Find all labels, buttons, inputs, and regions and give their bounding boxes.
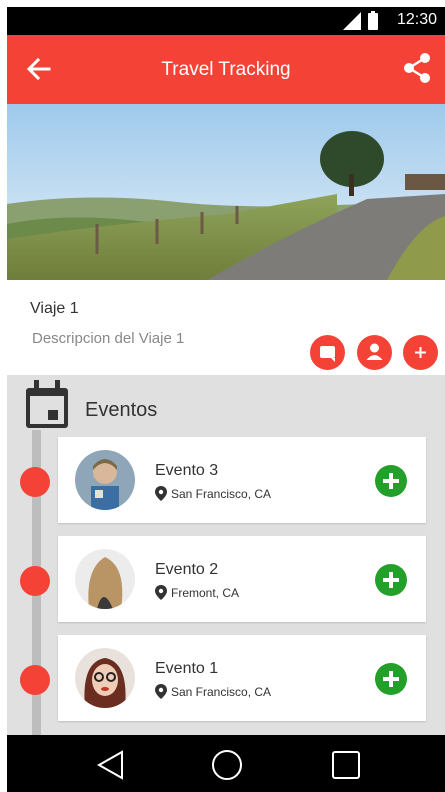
add-event-button[interactable] — [375, 564, 407, 596]
share-icon[interactable] — [403, 53, 431, 83]
timeline-dot — [20, 566, 50, 596]
event-title: Evento 1 — [155, 660, 219, 677]
events-section: Eventos Evento 3 San Francisco, CA Event… — [7, 375, 445, 735]
status-bar: 12:30 — [7, 7, 445, 35]
page-title: Travel Tracking — [161, 59, 291, 80]
comment-button[interactable] — [310, 335, 345, 370]
plus-icon — [383, 473, 399, 489]
timeline-dot — [20, 665, 50, 695]
signal-icon — [343, 12, 361, 30]
avatar — [75, 549, 135, 609]
plus-icon — [383, 572, 399, 588]
home-circle-icon[interactable] — [211, 749, 243, 781]
event-location: Fremont, CA — [155, 585, 239, 600]
add-event-button[interactable] — [375, 663, 407, 695]
system-nav-bar — [7, 735, 445, 792]
trip-name: Viaje 1 — [30, 300, 79, 317]
event-card[interactable]: Evento 2 Fremont, CA — [58, 536, 426, 622]
add-button[interactable] — [403, 335, 438, 370]
trip-cover-image — [7, 104, 445, 280]
trip-description: Descripcion del Viaje 1 — [32, 330, 185, 347]
event-card[interactable]: Evento 3 San Francisco, CA — [58, 437, 426, 523]
event-location-text: San Francisco, CA — [171, 684, 272, 699]
location-pin-icon — [155, 486, 167, 501]
event-title: Evento 2 — [155, 561, 219, 578]
battery-icon — [368, 11, 378, 30]
event-title: Evento 3 — [155, 462, 219, 479]
event-location: San Francisco, CA — [155, 684, 271, 699]
events-heading: Eventos — [85, 399, 158, 421]
trip-info: Viaje 1 Descripcion del Viaje 1 — [7, 280, 445, 375]
avatar — [75, 648, 135, 708]
event-location-text: Fremont, CA — [171, 585, 240, 600]
location-pin-icon — [155, 684, 167, 699]
app-bar: Travel Tracking — [7, 35, 445, 104]
timeline-dot — [20, 467, 50, 497]
status-time: 12:30 — [396, 11, 437, 28]
comment-icon — [320, 346, 335, 362]
person-button[interactable] — [357, 335, 392, 370]
recents-square-icon[interactable] — [330, 749, 362, 781]
location-pin-icon — [155, 585, 167, 600]
avatar — [75, 450, 135, 510]
plus-icon — [383, 671, 399, 687]
add-event-button[interactable] — [375, 465, 407, 497]
add-icon — [415, 347, 426, 358]
back-triangle-icon[interactable] — [95, 749, 127, 781]
event-location: San Francisco, CA — [155, 486, 271, 501]
event-card[interactable]: Evento 1 San Francisco, CA — [58, 635, 426, 721]
calendar-icon — [26, 380, 68, 428]
event-location-text: San Francisco, CA — [171, 486, 272, 501]
person-icon — [366, 343, 383, 360]
